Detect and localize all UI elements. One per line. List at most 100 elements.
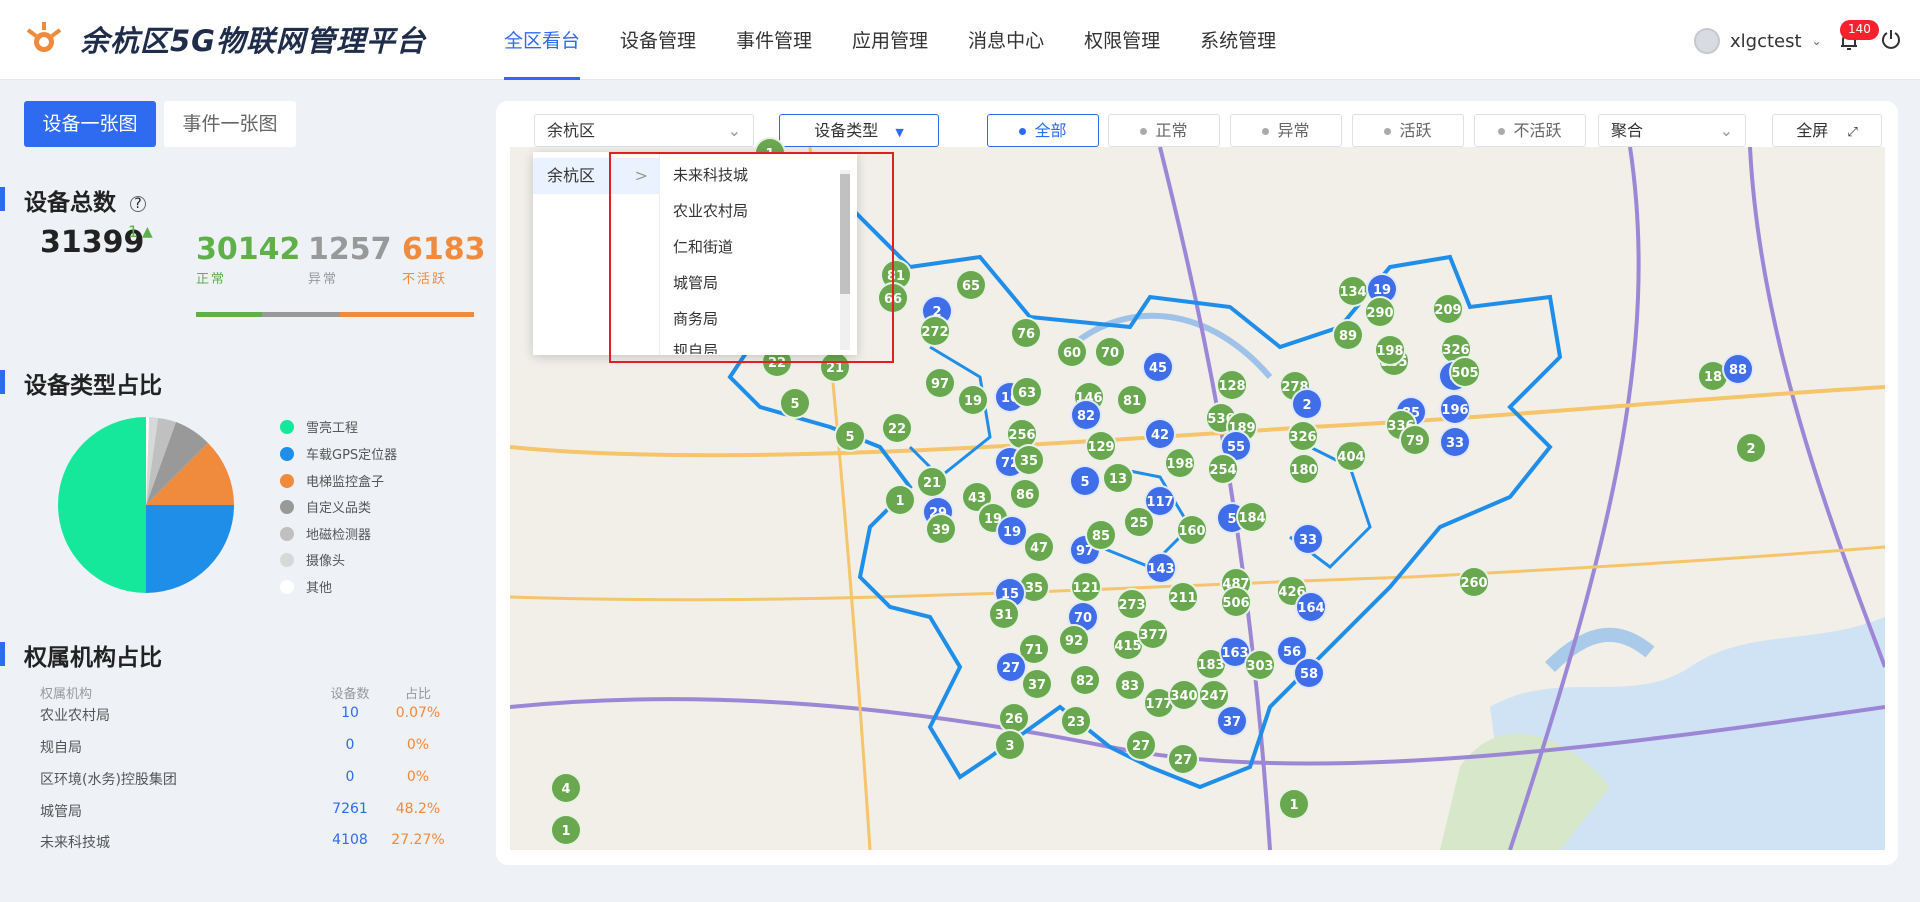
map-cluster-marker[interactable]: 5 [1069, 465, 1101, 497]
map-cluster-marker[interactable]: 254 [1207, 453, 1239, 485]
map-cluster-marker[interactable]: 143 [1145, 552, 1177, 584]
user-menu[interactable]: xlgctest ⌄ [1694, 28, 1822, 54]
nav-item-permission[interactable]: 权限管理 [1084, 26, 1160, 80]
filter-all[interactable]: 全部 [987, 114, 1099, 147]
map-cluster-marker[interactable]: 81 [1116, 384, 1148, 416]
map-cluster-marker[interactable]: 42 [1144, 418, 1176, 450]
filter-inactive[interactable]: 不活跃 [1474, 114, 1586, 147]
map-cluster-marker[interactable]: 290 [1364, 296, 1396, 328]
map-cluster-marker[interactable]: 27 [1125, 729, 1157, 761]
map-cluster-marker[interactable]: 89 [1332, 319, 1364, 351]
region-select[interactable]: 余杭区 ⌄ [534, 114, 754, 147]
region-select-value: 余杭区 [547, 121, 596, 140]
filter-active[interactable]: 活跃 [1352, 114, 1464, 147]
map-cluster-marker[interactable]: 88 [1722, 353, 1754, 385]
help-icon[interactable]: ? [130, 195, 147, 212]
map-cluster-marker[interactable]: 4 [550, 772, 582, 804]
map-cluster-marker[interactable]: 58 [1293, 657, 1325, 689]
legend-dot [280, 579, 294, 594]
map-cluster-marker[interactable]: 2 [1291, 388, 1323, 420]
map-cluster-marker[interactable]: 76 [1010, 317, 1042, 349]
map-cluster-marker[interactable]: 196 [1439, 393, 1471, 425]
map-cluster-marker[interactable]: 272 [919, 315, 951, 347]
map-cluster-marker[interactable]: 83 [1114, 669, 1146, 701]
map-cluster-marker[interactable]: 19 [957, 384, 989, 416]
map-cluster-marker[interactable]: 37 [1021, 668, 1053, 700]
map-cluster-marker[interactable]: 79 [1399, 424, 1431, 456]
map-cluster-marker[interactable]: 404 [1335, 440, 1367, 472]
map-cluster-marker[interactable]: 273 [1116, 588, 1148, 620]
map-cluster-marker[interactable]: 82 [1069, 664, 1101, 696]
map-cluster-marker[interactable]: 47 [1023, 531, 1055, 563]
map-cluster-marker[interactable]: 13 [1102, 462, 1134, 494]
map-cluster-marker[interactable]: 164 [1295, 591, 1327, 623]
map-cluster-marker[interactable]: 37 [1216, 705, 1248, 737]
map-cluster-marker[interactable]: 63 [1011, 376, 1043, 408]
map-cluster-marker[interactable]: 82 [1070, 399, 1102, 431]
filter-abnormal[interactable]: 异常 [1230, 114, 1342, 147]
map-cluster-marker[interactable]: 22 [881, 412, 913, 444]
map-cluster-marker[interactable]: 70 [1094, 336, 1126, 368]
tab-device-map[interactable]: 设备一张图 [24, 101, 156, 147]
map-cluster-marker[interactable]: 92 [1058, 624, 1090, 656]
map-cluster-marker[interactable]: 45 [1142, 351, 1174, 383]
map-cluster-marker[interactable]: 33 [1439, 426, 1471, 458]
map-cluster-marker[interactable]: 5 [834, 420, 866, 452]
map-cluster-marker[interactable]: 326 [1287, 420, 1319, 452]
device-type-select[interactable]: 设备类型 ▼ [779, 114, 939, 147]
map-cluster-marker[interactable]: 25 [1123, 506, 1155, 538]
map-cluster-marker[interactable]: 85 [1085, 519, 1117, 551]
map-cluster-marker[interactable]: 377 [1137, 618, 1169, 650]
map-cluster-marker[interactable]: 1 [550, 814, 582, 846]
nav-item-overview[interactable]: 全区看台 [504, 26, 581, 80]
tab-event-map[interactable]: 事件一张图 [164, 101, 296, 147]
map-cluster-marker[interactable]: 35 [1013, 444, 1045, 476]
map-cluster-marker[interactable]: 260 [1458, 566, 1490, 598]
nav-item-system[interactable]: 系统管理 [1200, 26, 1276, 80]
chevron-down-icon[interactable]: ⌄ [1812, 34, 1822, 48]
map-cluster-marker[interactable]: 1 [1278, 788, 1310, 820]
map-cluster-marker[interactable]: 31 [988, 598, 1020, 630]
map-cluster-marker[interactable]: 506 [1220, 586, 1252, 618]
map-cluster-marker[interactable]: 1 [884, 484, 916, 516]
map-cluster-marker[interactable]: 60 [1056, 336, 1088, 368]
map-cluster-marker[interactable]: 209 [1432, 293, 1464, 325]
fullscreen-button[interactable]: 全屏 ⤢ [1772, 114, 1882, 147]
map-cluster-marker[interactable]: 65 [955, 269, 987, 301]
map-cluster-marker[interactable]: 303 [1244, 649, 1276, 681]
map-cluster-marker[interactable]: 211 [1167, 581, 1199, 613]
map-cluster-marker[interactable]: 21 [916, 466, 948, 498]
legend-dot [280, 552, 294, 567]
map-cluster-marker[interactable]: 128 [1216, 369, 1248, 401]
map-cluster-marker[interactable]: 198 [1374, 334, 1406, 366]
map-cluster-marker[interactable]: 180 [1288, 453, 1320, 485]
nav-item-message[interactable]: 消息中心 [968, 26, 1044, 80]
map-cluster-marker[interactable]: 5 [779, 387, 811, 419]
map-cluster-marker[interactable]: 340 [1168, 679, 1200, 711]
map-cluster-marker[interactable]: 3 [994, 729, 1026, 761]
map-cluster-marker[interactable]: 160 [1176, 514, 1208, 546]
nav-item-event[interactable]: 事件管理 [736, 26, 812, 80]
legend-item: 其他 [280, 577, 332, 596]
map-cluster-marker[interactable]: 86 [1009, 478, 1041, 510]
map-cluster-marker[interactable]: 33 [1292, 523, 1324, 555]
power-icon[interactable] [1880, 28, 1902, 50]
map-cluster-marker[interactable]: 121 [1070, 571, 1102, 603]
map-cluster-marker[interactable]: 2 [1735, 432, 1767, 464]
username[interactable]: xlgctest [1730, 31, 1802, 52]
map-cluster-marker[interactable]: 39 [925, 513, 957, 545]
nav-item-device[interactable]: 设备管理 [620, 26, 696, 80]
map-cluster-marker[interactable]: 134 [1337, 275, 1369, 307]
highlight-box [609, 152, 894, 363]
map-cluster-marker[interactable]: 97 [924, 367, 956, 399]
nav-item-app[interactable]: 应用管理 [852, 26, 928, 80]
filter-normal[interactable]: 正常 [1108, 114, 1220, 147]
map-cluster-marker[interactable]: 23 [1060, 705, 1092, 737]
mode-select[interactable]: 聚合 ⌄ [1598, 114, 1746, 147]
map-cluster-marker[interactable]: 129 [1085, 430, 1117, 462]
map-cluster-marker[interactable]: 184 [1236, 501, 1268, 533]
map-cluster-marker[interactable]: 198 [1164, 447, 1196, 479]
map-cluster-marker[interactable]: 27 [1167, 743, 1199, 775]
avatar[interactable] [1694, 28, 1720, 54]
map-cluster-marker[interactable]: 505 [1449, 356, 1481, 388]
